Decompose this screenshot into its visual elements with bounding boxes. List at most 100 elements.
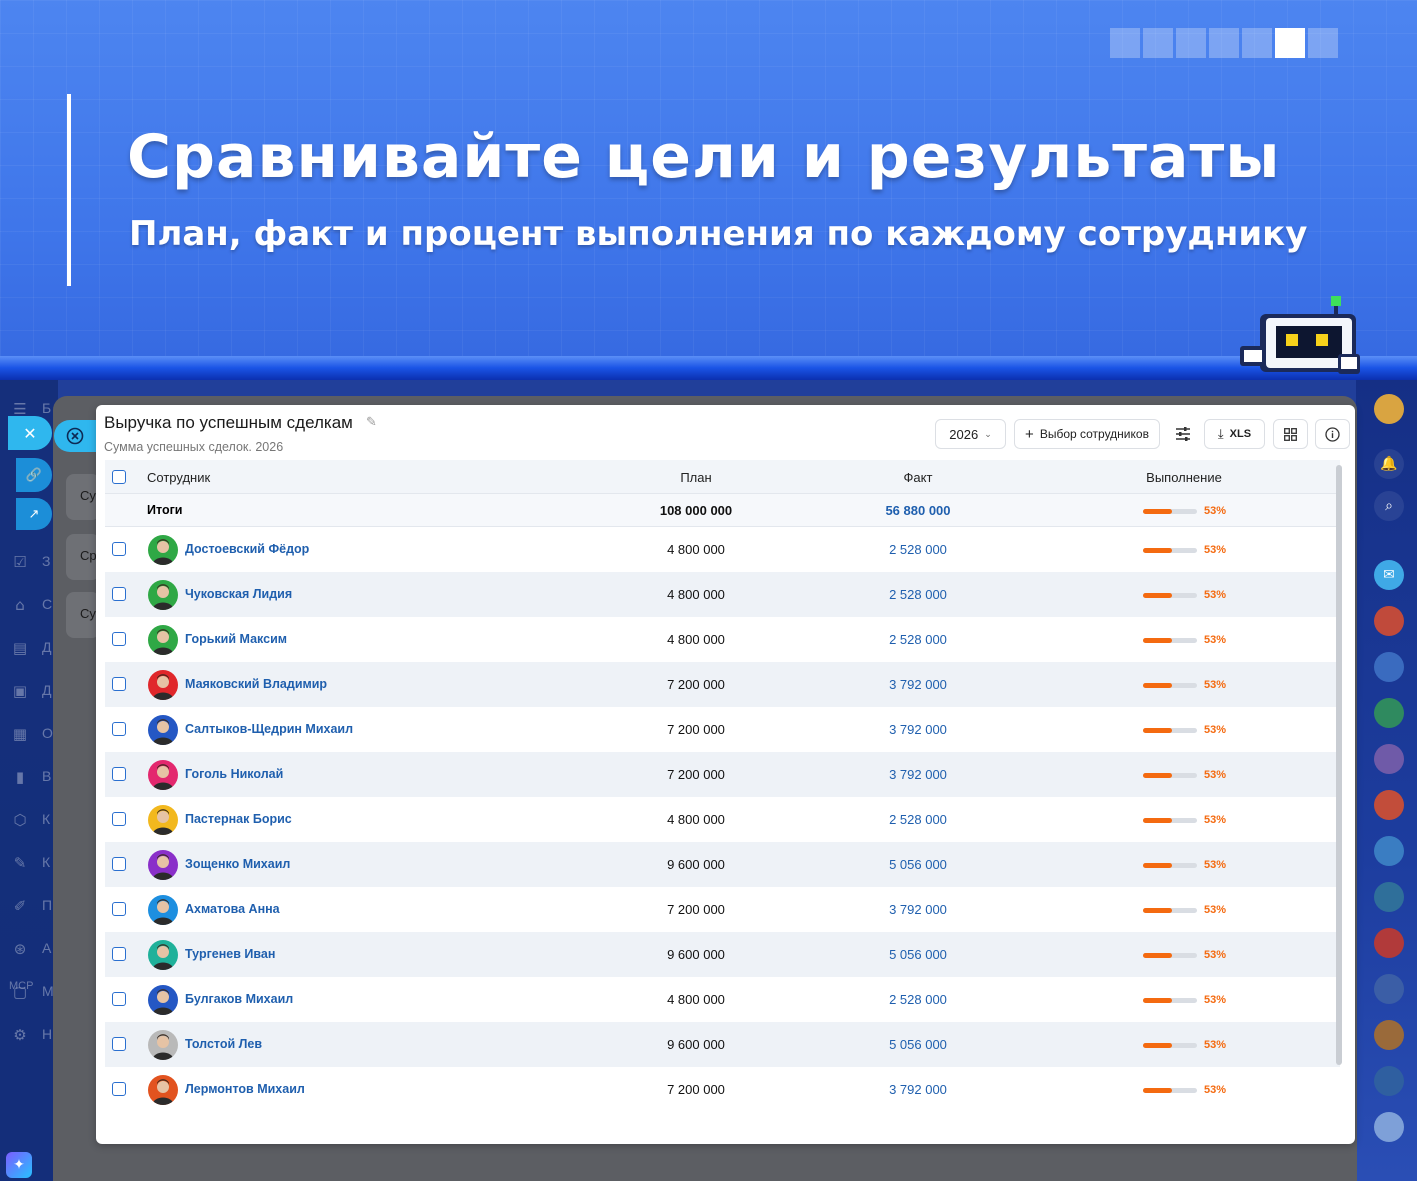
close-panel-button[interactable] <box>54 420 98 452</box>
contact-avatar[interactable] <box>1374 836 1404 866</box>
table-row[interactable]: Зощенко Михаил 9 600 000 5 056 000 53% <box>105 842 1340 887</box>
nav-item-icon[interactable]: ⌂ <box>10 596 30 616</box>
nav-item-icon[interactable]: ▮ <box>10 768 30 788</box>
employee-avatar[interactable] <box>148 535 178 565</box>
employee-name-link[interactable]: Ахматова Анна <box>185 902 280 916</box>
contact-avatar[interactable] <box>1374 928 1404 958</box>
select-all-checkbox[interactable] <box>112 470 126 484</box>
nav-item-icon[interactable]: ☑ <box>10 553 30 573</box>
employee-name-link[interactable]: Толстой Лев <box>185 1037 262 1051</box>
nav-item-label[interactable]: Д <box>42 682 51 698</box>
pager-square[interactable] <box>1176 28 1206 58</box>
contact-avatar[interactable] <box>1374 606 1404 636</box>
nav-item-icon[interactable]: ✎ <box>10 854 30 874</box>
employee-name-link[interactable]: Достоевский Фёдор <box>185 542 309 556</box>
employee-name-link[interactable]: Пастернак Борис <box>185 812 292 826</box>
employee-name-link[interactable]: Зощенко Михаил <box>185 857 290 871</box>
table-row[interactable]: Пастернак Борис 4 800 000 2 528 000 53% <box>105 797 1340 842</box>
row-checkbox[interactable] <box>112 542 126 556</box>
pager-square[interactable] <box>1308 28 1338 58</box>
export-xls-button[interactable]: ⤓ XLS <box>1204 419 1265 449</box>
table-row[interactable]: Достоевский Фёдор 4 800 000 2 528 000 53% <box>105 527 1340 572</box>
grid-view-button[interactable] <box>1273 419 1308 449</box>
table-row[interactable]: Гоголь Николай 7 200 000 3 792 000 53% <box>105 752 1340 797</box>
notifications-bell-icon[interactable]: 🔔 <box>1374 449 1404 479</box>
open-new-window-button[interactable]: ↗ <box>16 498 52 530</box>
nav-item-label[interactable]: М <box>42 983 54 999</box>
fact-value[interactable]: 2 528 000 <box>858 992 978 1007</box>
info-button[interactable] <box>1315 419 1350 449</box>
table-scrollbar[interactable] <box>1336 465 1342 1065</box>
table-row[interactable]: Маяковский Владимир 7 200 000 3 792 000 53% <box>105 662 1340 707</box>
employee-avatar[interactable] <box>148 940 178 970</box>
employee-name-link[interactable]: Лермонтов Михаил <box>185 1082 305 1096</box>
nav-item-label[interactable]: К <box>42 811 50 827</box>
fact-value[interactable]: 3 792 000 <box>858 902 978 917</box>
employee-name-link[interactable]: Маяковский Владимир <box>185 677 327 691</box>
contact-avatar[interactable] <box>1374 1112 1404 1142</box>
nav-item-label[interactable]: В <box>42 768 51 784</box>
nav-item-label[interactable]: П <box>42 897 52 913</box>
fact-value[interactable]: 2 528 000 <box>858 812 978 827</box>
nav-item-label[interactable]: О <box>42 725 53 741</box>
nav-item-label[interactable]: Б <box>42 400 51 416</box>
contact-avatar[interactable] <box>1374 744 1404 774</box>
table-row[interactable]: Тургенев Иван 9 600 000 5 056 000 53% <box>105 932 1340 977</box>
row-checkbox[interactable] <box>112 677 126 691</box>
row-checkbox[interactable] <box>112 1082 126 1096</box>
table-row[interactable]: Горький Максим 4 800 000 2 528 000 53% <box>105 617 1340 662</box>
row-checkbox[interactable] <box>112 812 126 826</box>
employee-avatar[interactable] <box>148 715 178 745</box>
employee-avatar[interactable] <box>148 1030 178 1060</box>
table-row[interactable]: Толстой Лев 9 600 000 5 056 000 53% <box>105 1022 1340 1067</box>
nav-item-icon[interactable]: ✐ <box>10 897 30 917</box>
contact-avatar[interactable] <box>1374 1066 1404 1096</box>
nav-item-icon[interactable]: ▦ <box>10 725 30 745</box>
employee-avatar[interactable] <box>148 985 178 1015</box>
nav-item-icon[interactable]: ⬡ <box>10 811 30 831</box>
table-row[interactable]: Булгаков Михаил 4 800 000 2 528 000 53% <box>105 977 1340 1022</box>
row-checkbox[interactable] <box>112 587 126 601</box>
employee-avatar[interactable] <box>148 580 178 610</box>
fact-value[interactable]: 5 056 000 <box>858 857 978 872</box>
close-slider-button[interactable]: ✕ <box>8 416 52 450</box>
column-plan[interactable]: План <box>636 470 756 485</box>
contact-avatar[interactable] <box>1374 1020 1404 1050</box>
table-row[interactable]: Ахматова Анна 7 200 000 3 792 000 53% <box>105 887 1340 932</box>
contact-avatar[interactable] <box>1374 790 1404 820</box>
fact-value[interactable]: 3 792 000 <box>858 767 978 782</box>
employee-name-link[interactable]: Тургенев Иван <box>185 947 275 961</box>
contact-avatar[interactable] <box>1374 698 1404 728</box>
fact-value[interactable]: 3 792 000 <box>858 1082 978 1097</box>
edit-pencil-icon[interactable]: ✎ <box>366 415 382 431</box>
employee-avatar[interactable] <box>148 850 178 880</box>
employee-avatar[interactable] <box>148 670 178 700</box>
contact-avatar[interactable] <box>1374 882 1404 912</box>
employee-name-link[interactable]: Гоголь Николай <box>185 767 283 781</box>
year-select[interactable]: 2026 ⌄ <box>935 419 1006 449</box>
nav-item-icon[interactable]: ⚙ <box>10 1026 30 1046</box>
employee-avatar[interactable] <box>148 805 178 835</box>
search-chat-icon[interactable]: ⌕ <box>1374 491 1404 521</box>
contact-avatar[interactable] <box>1374 974 1404 1004</box>
column-fact[interactable]: Факт <box>858 470 978 485</box>
column-completion[interactable]: Выполнение <box>1124 470 1244 485</box>
fact-value[interactable]: 5 056 000 <box>858 947 978 962</box>
row-checkbox[interactable] <box>112 857 126 871</box>
choose-employees-button[interactable]: + Выбор сотрудников <box>1014 419 1160 449</box>
user-avatar[interactable] <box>1374 394 1404 424</box>
contact-avatar[interactable] <box>1374 652 1404 682</box>
copilot-icon[interactable]: ✦ <box>6 1152 32 1178</box>
filter-settings-button[interactable] <box>1168 419 1198 449</box>
nav-item-label[interactable]: Н <box>42 1026 52 1042</box>
pager-square[interactable] <box>1110 28 1140 58</box>
employee-avatar[interactable] <box>148 895 178 925</box>
row-checkbox[interactable] <box>112 992 126 1006</box>
nav-item-label[interactable]: К <box>42 854 50 870</box>
row-checkbox[interactable] <box>112 947 126 961</box>
fact-value[interactable]: 2 528 000 <box>858 632 978 647</box>
nav-item-label[interactable]: Д <box>42 639 51 655</box>
nav-item-icon[interactable]: ⊛ <box>10 940 30 960</box>
pager-square[interactable] <box>1143 28 1173 58</box>
row-checkbox[interactable] <box>112 767 126 781</box>
